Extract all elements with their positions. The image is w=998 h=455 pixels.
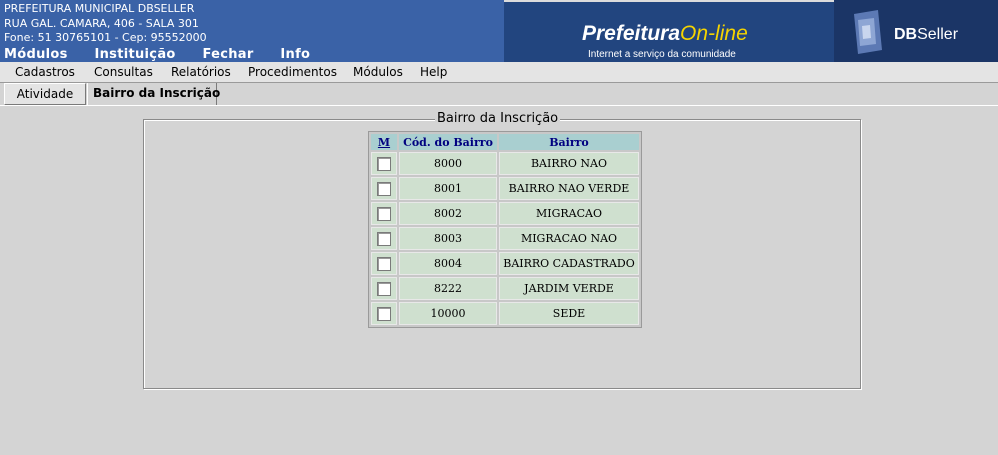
bairro-name: MIGRACAO xyxy=(499,202,639,225)
row-checkbox[interactable] xyxy=(377,256,391,271)
bairro-name: SEDE xyxy=(499,302,639,325)
table-row: 8004 BAIRRO CADASTRADO xyxy=(371,252,639,275)
row-checkbox[interactable] xyxy=(377,206,391,221)
row-checkbox-cell xyxy=(371,302,397,325)
table-row: 8003 MIGRACAO NAO xyxy=(371,227,639,250)
company-logo-text: DBSeller xyxy=(894,26,958,44)
row-checkbox-cell xyxy=(371,177,397,200)
bairro-code: 8004 xyxy=(399,252,497,275)
company-logo: DBSeller xyxy=(834,0,998,62)
menu-procedimentos[interactable]: Procedimentos xyxy=(248,65,337,79)
bairro-code: 8222 xyxy=(399,277,497,300)
banner-brand-accent: On-line xyxy=(680,22,748,45)
column-header-mark[interactable]: M xyxy=(371,134,397,150)
banner-tagline: Internet a serviço da comunidade xyxy=(588,49,736,60)
fieldset-legend: Bairro da Inscrição xyxy=(435,111,561,126)
row-checkbox-cell xyxy=(371,277,397,300)
org-address: RUA GAL. CAMARA, 406 - SALA 301 xyxy=(4,16,199,30)
row-checkbox[interactable] xyxy=(377,181,391,196)
bairro-code: 8001 xyxy=(399,177,497,200)
bairro-name: BAIRRO NAO VERDE xyxy=(499,177,639,200)
row-checkbox-cell xyxy=(371,227,397,250)
app-header: PREFEITURA MUNICIPAL DBSELLER RUA GAL. C… xyxy=(0,0,998,62)
company-logo-bold: DB xyxy=(894,26,918,43)
header-menu-fechar[interactable]: Fechar xyxy=(202,47,253,62)
menu-cadastros[interactable]: Cadastros xyxy=(15,65,75,79)
header-menu-info[interactable]: Info xyxy=(280,47,310,62)
tab-bairro-da-inscricao[interactable]: Bairro da Inscrição xyxy=(87,83,220,105)
menu-modulos[interactable]: Módulos xyxy=(353,65,403,79)
banner-brand-main: Prefeitura xyxy=(582,22,681,45)
menu-help[interactable]: Help xyxy=(420,65,447,79)
row-checkbox[interactable] xyxy=(377,156,391,171)
bairro-table: M Cód. do Bairro Bairro 8000 BAIRRO NAO … xyxy=(368,131,642,328)
bairro-name: MIGRACAO NAO xyxy=(499,227,639,250)
bairro-name: BAIRRO CADASTRADO xyxy=(499,252,639,275)
organization-info: PREFEITURA MUNICIPAL DBSELLER RUA GAL. C… xyxy=(4,2,207,46)
company-logo-rest: Seller xyxy=(917,26,959,43)
table-row: 10000 SEDE xyxy=(371,302,639,325)
table-row: 8002 MIGRACAO xyxy=(371,202,639,225)
company-logo-icon xyxy=(854,10,882,54)
header-menu-modulos[interactable]: Módulos xyxy=(4,47,68,62)
menubar: Cadastros Consultas Relatórios Procedime… xyxy=(0,62,998,83)
bairro-code: 8002 xyxy=(399,202,497,225)
column-header-bairro: Bairro xyxy=(499,134,639,150)
header-menu-instituicao[interactable]: Instituição xyxy=(94,47,175,62)
prefeitura-online-banner: PrefeituraOn-line Internet a serviço da … xyxy=(504,2,834,62)
table-header-row: M Cód. do Bairro Bairro xyxy=(371,134,639,150)
bairro-code: 8003 xyxy=(399,227,497,250)
bairro-name: JARDIM VERDE xyxy=(499,277,639,300)
org-name: PREFEITURA MUNICIPAL DBSELLER xyxy=(4,2,195,15)
column-header-code: Cód. do Bairro xyxy=(399,134,497,150)
menu-relatorios[interactable]: Relatórios xyxy=(171,65,231,79)
bairro-name: BAIRRO NAO xyxy=(499,152,639,175)
row-checkbox-cell xyxy=(371,202,397,225)
org-phone-cep: Fone: 51 30765101 - Cep: 95552000 xyxy=(4,31,207,44)
table-row: 8001 BAIRRO NAO VERDE xyxy=(371,177,639,200)
row-checkbox[interactable] xyxy=(377,306,391,321)
row-checkbox-cell xyxy=(371,252,397,275)
row-checkbox-cell xyxy=(371,152,397,175)
table-row: 8000 BAIRRO NAO xyxy=(371,152,639,175)
tab-strip: Atividade Bairro da Inscrição xyxy=(0,83,998,107)
table-row: 8222 JARDIM VERDE xyxy=(371,277,639,300)
header-menu: Módulos Instituição Fechar Info xyxy=(4,47,332,62)
bairro-code: 8000 xyxy=(399,152,497,175)
tab-divider xyxy=(0,105,998,106)
tab-atividade[interactable]: Atividade xyxy=(4,83,86,105)
bairro-code: 10000 xyxy=(399,302,497,325)
menu-consultas[interactable]: Consultas xyxy=(94,65,153,79)
row-checkbox[interactable] xyxy=(377,231,391,246)
row-checkbox[interactable] xyxy=(377,281,391,296)
banner-brand: PrefeituraOn-line xyxy=(582,22,748,46)
